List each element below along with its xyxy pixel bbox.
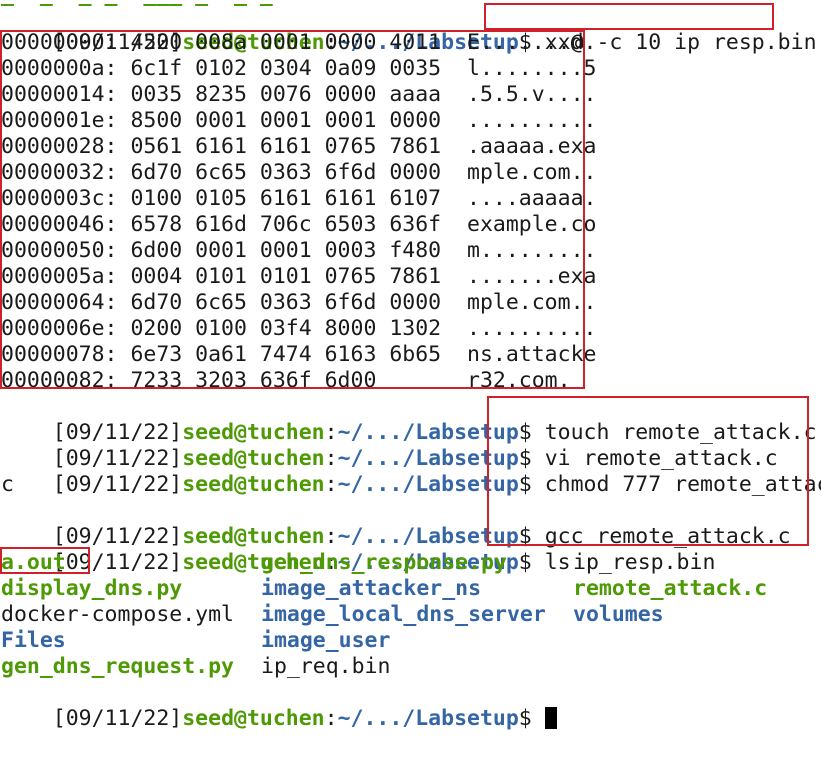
highlight-box-xxd-command — [484, 3, 774, 30]
wrapped-line: c — [1, 472, 14, 497]
ls-entry-file: ip_resp.bin — [573, 550, 716, 575]
ls-entry-file: gen_dns_request.py — [1, 654, 234, 679]
prompt-colon: : — [324, 472, 338, 497]
terminal-window[interactable]: _ _ _ _ ___ _ _ _ [09/11/22]seed@tuchen:… — [0, 0, 821, 731]
text-cursor[interactable] — [544, 707, 557, 729]
ls-entry-file: remote_attack.c — [573, 576, 768, 601]
prompt-line[interactable]: [09/11/22]seed@tuchen:~/.../Labsetup$ — [1, 680, 557, 731]
prompt-user-host: seed@tuchen — [182, 472, 325, 497]
ls-entry-directory: volumes — [573, 602, 664, 627]
highlight-box-commands — [487, 396, 809, 546]
ls-entry-file: docker-compose.yml — [1, 602, 234, 627]
ls-entry-directory: image_user — [261, 628, 391, 653]
ls-entry-file: gen_dns_response.py — [261, 550, 507, 575]
highlight-box-a-out — [0, 547, 90, 574]
command-ls: ls — [544, 550, 571, 575]
prompt-dollar: $ — [518, 550, 545, 575]
ls-entry-directory: image_attacker_ns — [261, 576, 482, 601]
ls-entry-directory: Files — [1, 628, 66, 653]
ls-entry-file: ip_req.bin — [261, 654, 391, 679]
ls-entry-file: display_dns.py — [1, 576, 183, 601]
highlight-box-hexdump — [0, 30, 585, 389]
ls-entry-directory: image_local_dns_server — [261, 602, 546, 627]
prompt-date: [09/11/22] — [52, 472, 183, 497]
